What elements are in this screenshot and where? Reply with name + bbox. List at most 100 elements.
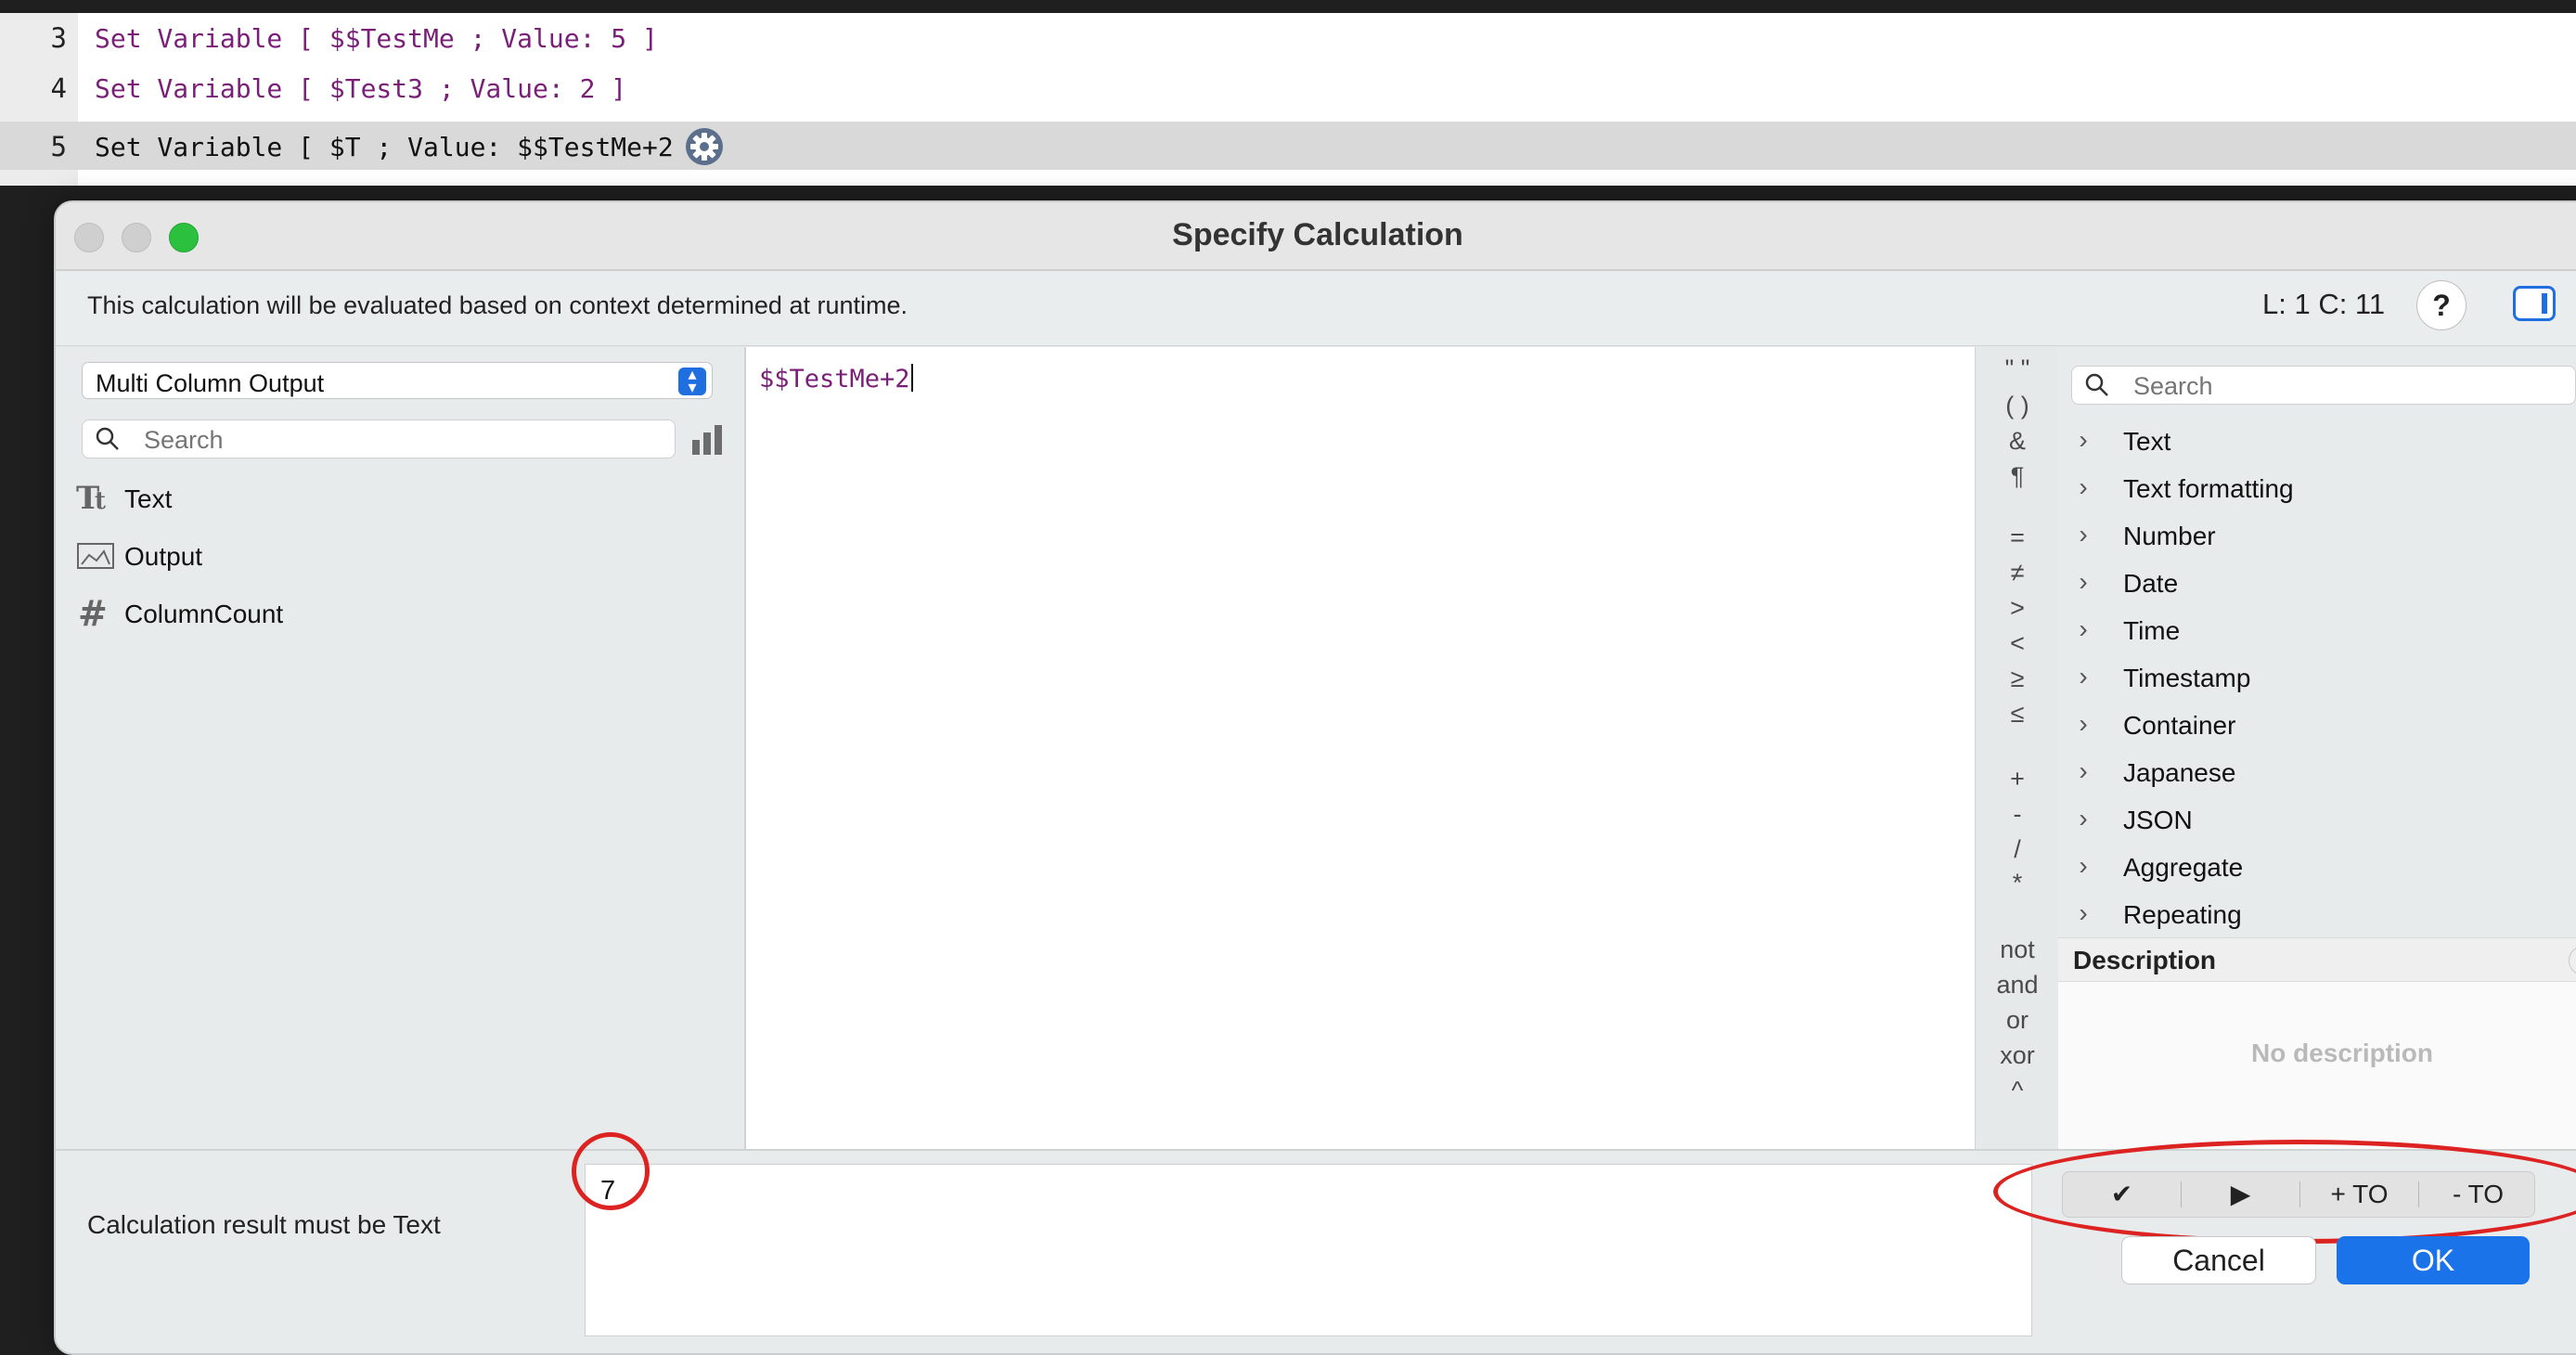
operator-less[interactable]: < <box>1976 629 2059 658</box>
script-line-5-selected[interactable]: 5 Set Variable [ $T ; Value: $$TestMe+2 … <box>0 122 2576 170</box>
field-search[interactable] <box>82 419 676 459</box>
operator-and[interactable]: and <box>1976 971 2059 1000</box>
chevron-right-icon: › <box>2079 851 2088 880</box>
category-label: JSON <box>2123 806 2193 834</box>
chevron-right-icon: › <box>2079 425 2088 454</box>
number-field-icon: # <box>78 594 108 631</box>
script-line-4[interactable]: 4 Set Variable [ $Test3 ; Value: 2 ] <box>0 63 2576 111</box>
chevron-right-icon: › <box>2079 709 2088 738</box>
operator-minus[interactable]: - <box>1976 800 2059 829</box>
script-step-text[interactable]: Set Variable [ $Test3 ; Value: 2 ] <box>95 73 626 104</box>
operator-greater-eq[interactable]: ≥ <box>1976 665 2059 693</box>
operator-parentheses[interactable]: ( ) <box>1976 392 2059 420</box>
operator-greater[interactable]: > <box>1976 594 2059 623</box>
annotation-ellipse <box>1993 1140 2576 1244</box>
chevron-right-icon: › <box>2079 756 2088 785</box>
chevron-right-icon: › <box>2079 898 2088 927</box>
description-empty-text: No description <box>2251 1039 2434 1067</box>
category-label: Text <box>2123 427 2171 456</box>
chevron-updown-icon: ▴ ▾ <box>678 366 706 395</box>
info-bar: This calculation will be evaluated based… <box>56 271 2576 346</box>
line-number: 4 <box>50 72 67 104</box>
search-icon <box>96 427 119 450</box>
title-bar: Specify Calculation <box>56 202 2576 271</box>
script-step-text[interactable]: Set Variable [ $$TestMe ; Value: 5 ] <box>95 23 658 54</box>
function-category-aggregate[interactable]: › Aggregate <box>2069 845 2576 886</box>
operator-less-eq[interactable]: ≤ <box>1976 700 2059 729</box>
line-number: 5 <box>50 131 67 162</box>
operator-not-equal[interactable]: ≠ <box>1976 559 2059 587</box>
category-label: Number <box>2123 522 2216 550</box>
category-label: Aggregate <box>2123 853 2244 882</box>
operator-divide[interactable]: / <box>1976 835 2059 864</box>
function-search-input[interactable] <box>2132 367 2566 406</box>
sidebar-toggle-icon[interactable] <box>2513 286 2556 321</box>
script-line-3[interactable]: 3 Set Variable [ $$TestMe ; Value: 5 ] <box>0 13 2576 61</box>
function-category-repeating[interactable]: › Repeating <box>2069 893 2576 934</box>
field-item-columncount[interactable]: # ColumnCount <box>76 590 707 637</box>
category-label: Repeating <box>2123 900 2242 929</box>
description-panel: Description ? No description <box>2058 937 2576 1150</box>
svg-text:t: t <box>95 487 106 515</box>
operator-quotes[interactable]: " " <box>1976 355 2059 383</box>
ok-button[interactable]: OK <box>2337 1236 2530 1284</box>
field-search-input[interactable] <box>142 420 665 459</box>
function-category-text[interactable]: › Text <box>2069 419 2576 460</box>
script-editor: 3 Set Variable [ $$TestMe ; Value: 5 ] 4… <box>0 13 2576 186</box>
container-field-icon <box>77 543 114 569</box>
line-number: 3 <box>50 22 67 54</box>
function-category-text-formatting[interactable]: › Text formatting <box>2069 467 2576 508</box>
operators-panel: " " ( ) & ¶ = ≠ > < ≥ ≤ + - / * not and … <box>1975 347 2060 1149</box>
specify-calculation-dialog: Specify Calculation This calculation wil… <box>54 200 2576 1355</box>
formula-text[interactable]: $$TestMe+2 <box>759 365 910 394</box>
operator-multiply[interactable]: * <box>1976 869 2059 897</box>
category-label: Timestamp <box>2123 664 2251 692</box>
cancel-button[interactable]: Cancel <box>2121 1236 2316 1284</box>
dialog-title: Specify Calculation <box>1172 217 1463 252</box>
operator-or[interactable]: or <box>1976 1006 2059 1035</box>
operator-power[interactable]: ^ <box>1976 1077 2059 1105</box>
description-header: Description ? <box>2058 938 2576 982</box>
script-step-text[interactable]: Set Variable [ $T ; Value: $$TestMe+2 ] <box>95 132 704 162</box>
table-select-value: Multi Column Output <box>96 369 325 397</box>
result-type-label: Calculation result must be Text <box>87 1210 441 1239</box>
annotation-circle <box>572 1132 650 1210</box>
gear-icon[interactable] <box>685 127 724 166</box>
context-note: This calculation will be evaluated based… <box>87 291 908 319</box>
calculation-editor[interactable]: $$TestMe+2 <box>746 347 1975 1149</box>
function-category-time[interactable]: › Time <box>2069 609 2576 650</box>
help-button[interactable]: ? <box>2416 280 2467 330</box>
operator-pilcrow[interactable]: ¶ <box>1976 462 2059 491</box>
text-field-icon: T t <box>76 480 106 516</box>
category-label: Date <box>2123 569 2179 598</box>
function-category-date[interactable]: › Date <box>2069 561 2576 602</box>
description-help-icon[interactable]: ? <box>2569 946 2576 975</box>
field-item-text[interactable]: T t Text <box>76 475 707 522</box>
function-category-number[interactable]: › Number <box>2069 514 2576 555</box>
function-category-container[interactable]: › Container <box>2069 703 2576 744</box>
field-label: ColumnCount <box>124 600 284 628</box>
field-item-output[interactable]: Output <box>76 533 707 579</box>
function-category-japanese[interactable]: › Japanese <box>2069 751 2576 792</box>
field-label: Text <box>124 484 173 513</box>
chevron-right-icon: › <box>2079 567 2088 596</box>
operator-xor[interactable]: xor <box>1976 1041 2059 1070</box>
operator-not[interactable]: not <box>1976 936 2059 964</box>
function-search[interactable] <box>2071 366 2576 406</box>
category-label: Text formatting <box>2123 474 2294 503</box>
search-icon <box>2085 373 2108 396</box>
svg-text:#: # <box>78 594 108 631</box>
table-occurrence-select[interactable]: Multi Column Output ▴ ▾ <box>82 362 713 399</box>
text-caret <box>910 364 913 392</box>
formula-text-wrap[interactable]: $$TestMe+2 <box>759 364 913 394</box>
operator-equal[interactable]: = <box>1976 523 2059 552</box>
function-category-json[interactable]: › JSON <box>2069 798 2576 839</box>
result-area: Calculation result must be Text 7 ✔ ▶ + … <box>56 1132 2576 1353</box>
operator-plus[interactable]: + <box>1976 765 2059 794</box>
operator-concatenate[interactable]: & <box>1976 427 2059 456</box>
description-title: Description <box>2073 946 2217 974</box>
category-label: Japanese <box>2123 758 2236 787</box>
chevron-right-icon: › <box>2079 520 2088 548</box>
function-category-timestamp[interactable]: › Timestamp <box>2069 656 2576 697</box>
sort-bars-icon[interactable] <box>690 423 724 455</box>
